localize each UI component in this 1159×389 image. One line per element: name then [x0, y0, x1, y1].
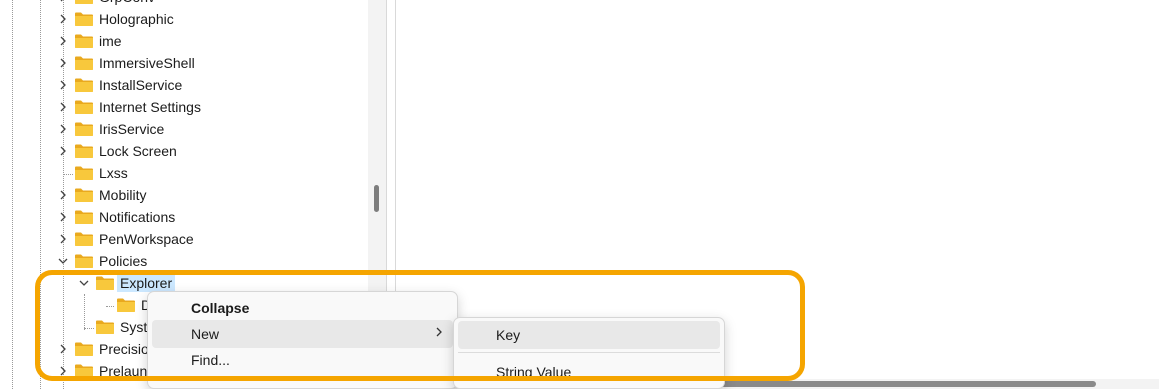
- menu-item-label: New: [191, 326, 220, 342]
- tree-item-label: Mobility: [99, 187, 147, 203]
- chevron-right-icon[interactable]: [57, 96, 69, 118]
- menu-separator: [152, 378, 453, 379]
- folder-icon: [74, 253, 94, 269]
- chevron-right-icon[interactable]: [57, 338, 69, 360]
- folder-icon: [74, 341, 94, 357]
- tree-item[interactable]: Holographic: [0, 8, 368, 30]
- folder-icon: [74, 209, 94, 225]
- folder-icon: [116, 297, 136, 313]
- folder-icon: [95, 319, 115, 335]
- tree-item[interactable]: InstallService: [0, 74, 368, 96]
- folder-icon: [74, 121, 94, 137]
- tree-item[interactable]: ime: [0, 30, 368, 52]
- scrollbar-thumb[interactable]: [374, 185, 379, 212]
- chevron-right-icon[interactable]: [57, 118, 69, 140]
- tree-item-label: IrisService: [99, 121, 165, 137]
- tree-item[interactable]: Internet Settings: [0, 96, 368, 118]
- folder-icon: [74, 165, 94, 181]
- tree-item[interactable]: Mobility: [0, 184, 368, 206]
- tree-item-label: Prelaun: [99, 363, 148, 379]
- menu-item-label: Key: [496, 327, 521, 343]
- menu-item-label: String Value: [496, 364, 572, 380]
- tree-item[interactable]: GrpConv: [0, 0, 368, 8]
- menu-item-new[interactable]: New: [152, 320, 453, 348]
- folder-icon: [74, 77, 94, 93]
- submenu-item-string-value[interactable]: String Value: [458, 358, 720, 386]
- chevron-right-icon[interactable]: [57, 206, 69, 228]
- menu-item-collapse[interactable]: Collapse: [152, 294, 453, 322]
- submenu-item-key[interactable]: Key: [458, 321, 720, 349]
- chevron-right-icon[interactable]: [57, 0, 69, 8]
- folder-icon: [74, 363, 94, 379]
- folder-icon: [74, 143, 94, 159]
- tree-item[interactable]: Lxss: [0, 162, 368, 184]
- tree-item-label: GrpConv: [99, 0, 155, 6]
- tree-item-label: Syst: [120, 319, 148, 335]
- menu-item-label: Find...: [191, 352, 230, 368]
- tree-item[interactable]: Notifications: [0, 206, 368, 228]
- tree-item[interactable]: Lock Screen: [0, 140, 368, 162]
- folder-icon: [74, 55, 94, 71]
- chevron-down-icon[interactable]: [78, 272, 90, 294]
- chevron-right-icon[interactable]: [57, 140, 69, 162]
- tree-item-label: Explorer: [117, 274, 176, 292]
- tree-item-label: Lxss: [99, 165, 128, 181]
- chevron-right-icon[interactable]: [57, 8, 69, 30]
- folder-icon: [74, 99, 94, 115]
- chevron-right-icon: [435, 325, 443, 342]
- chevron-right-icon[interactable]: [57, 184, 69, 206]
- folder-icon: [74, 0, 94, 5]
- folder-icon: [74, 231, 94, 247]
- chevron-down-icon[interactable]: [57, 250, 69, 272]
- tree-item-label: Notifications: [99, 209, 176, 225]
- chevron-right-icon[interactable]: [57, 30, 69, 52]
- folder-icon: [74, 11, 94, 27]
- new-submenu: Key String Value: [453, 317, 725, 389]
- menu-separator: [458, 352, 720, 353]
- tree-item-label: Holographic: [99, 11, 174, 27]
- tree-item[interactable]: IrisService: [0, 118, 368, 140]
- folder-icon: [74, 187, 94, 203]
- menu-item-find[interactable]: Find...: [152, 346, 453, 374]
- context-menu: Collapse New Find...: [147, 291, 458, 389]
- folder-icon: [95, 275, 115, 291]
- tree-item-label: ImmersiveShell: [99, 55, 195, 71]
- tree-item-label: Internet Settings: [99, 99, 201, 115]
- tree-item-label: ime: [99, 33, 122, 49]
- folder-icon: [74, 33, 94, 49]
- tree-item-label: PenWorkspace: [99, 231, 194, 247]
- chevron-right-icon[interactable]: [57, 74, 69, 96]
- chevron-right-icon[interactable]: [57, 360, 69, 382]
- tree-item[interactable]: ImmersiveShell: [0, 52, 368, 74]
- tree-item-label: InstallService: [99, 77, 183, 93]
- chevron-right-icon[interactable]: [57, 52, 69, 74]
- tree-item[interactable]: PenWorkspace: [0, 228, 368, 250]
- chevron-right-icon[interactable]: [57, 228, 69, 250]
- menu-item-label: Collapse: [191, 300, 250, 316]
- tree-item-label: Policies: [99, 253, 148, 269]
- tree-item-label: Precisio: [99, 341, 149, 357]
- tree-item-label: Lock Screen: [99, 143, 177, 159]
- tree-item[interactable]: Policies: [0, 250, 368, 272]
